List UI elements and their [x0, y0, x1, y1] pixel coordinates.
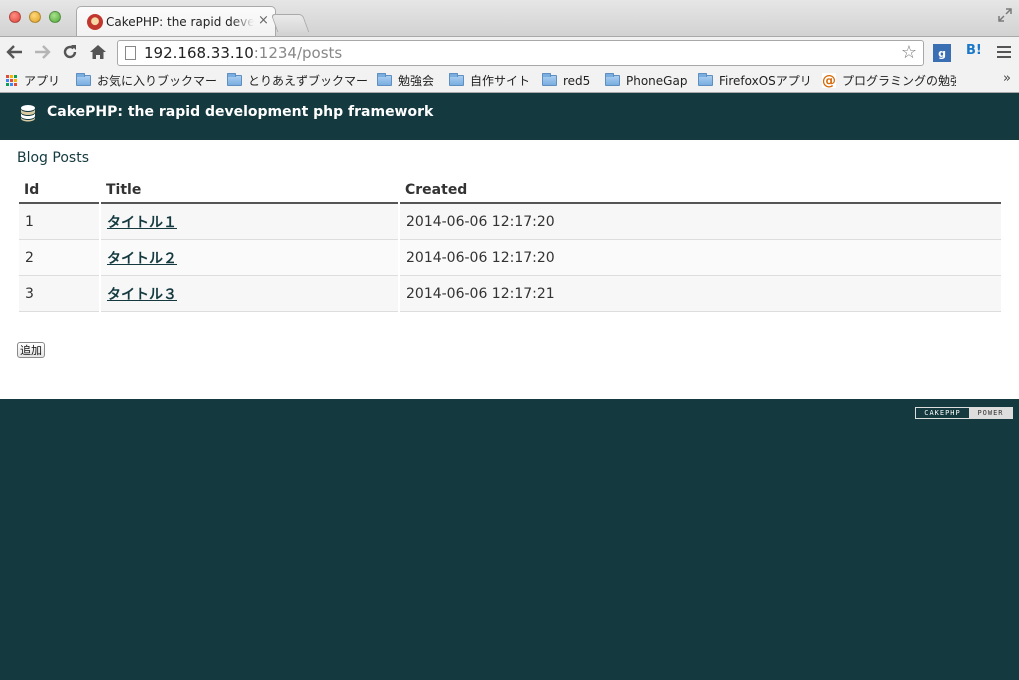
address-bar[interactable]: 192.168.33.10:1234/posts ☆: [117, 40, 924, 66]
post-id-cell: 2: [19, 240, 99, 276]
bookmark-programming-study[interactable]: @ プログラミングの勉強: [822, 72, 956, 89]
chrome-menu-icon[interactable]: [997, 46, 1011, 58]
new-tab-button[interactable]: [270, 14, 310, 32]
bookmark-folder-own-sites[interactable]: 自作サイト: [449, 72, 530, 89]
back-button[interactable]: [5, 42, 25, 62]
post-created-cell: 2014-06-06 12:17:21: [400, 276, 1001, 312]
table-header-row: Id Title Created: [19, 177, 1001, 204]
post-id-cell: 3: [19, 276, 99, 312]
post-title-cell: タイトル３: [101, 276, 398, 312]
forward-button[interactable]: [32, 42, 52, 62]
cakephp-power-badge[interactable]: CAKEPHP POWER: [915, 407, 1013, 419]
page-heading: Blog Posts: [17, 150, 89, 166]
bookmark-folder-phonegap[interactable]: PhoneGap: [605, 72, 687, 89]
bookmark-label: red5: [563, 73, 591, 88]
browser-toolbar: 192.168.33.10:1234/posts ☆ g B!: [0, 36, 1019, 68]
bookmark-apps[interactable]: アプリ: [6, 72, 60, 89]
bookmark-label: FirefoxOSアプリ: [719, 74, 812, 88]
fullscreen-icon[interactable]: [998, 8, 1012, 22]
bookmark-label: とりあえずブックマー: [248, 74, 369, 88]
bookmark-folder-favorites[interactable]: お気に入りブックマー: [76, 72, 217, 89]
bookmark-folder-temporary[interactable]: とりあえずブックマー: [227, 72, 368, 89]
folder-icon: [449, 73, 464, 86]
post-title-cell: タイトル２: [101, 240, 398, 276]
post-title-cell: タイトル１: [101, 204, 398, 240]
close-window-button[interactable]: [9, 11, 21, 23]
reload-button[interactable]: [60, 42, 80, 62]
at-icon: @: [822, 72, 836, 89]
url-text: 192.168.33.10:1234/posts: [144, 44, 343, 62]
folder-icon: [542, 73, 557, 86]
power-badge-left: CAKEPHP: [916, 408, 969, 418]
hatena-bookmark-icon[interactable]: B!: [966, 43, 982, 58]
folder-icon: [377, 73, 392, 86]
column-header-id: Id: [19, 177, 99, 204]
post-title-link[interactable]: タイトル３: [107, 287, 177, 303]
power-badge-right: POWER: [969, 408, 1012, 418]
google-extension-icon[interactable]: g: [933, 44, 951, 62]
bookmark-label: アプリ: [24, 74, 61, 88]
add-post-button[interactable]: 追加: [17, 342, 45, 358]
site-footer: CAKEPHP POWER: [0, 399, 1019, 680]
bookmark-label: 自作サイト: [470, 74, 531, 88]
zoom-window-button[interactable]: [49, 11, 61, 23]
bookmark-label: PhoneGap: [626, 73, 688, 88]
bookmark-star-icon[interactable]: ☆: [901, 43, 917, 63]
cakephp-favicon-icon: [87, 14, 103, 30]
bookmark-label: 勉強会: [398, 74, 435, 88]
post-created-cell: 2014-06-06 12:17:20: [400, 240, 1001, 276]
apps-icon: [6, 75, 17, 86]
bookmarks-bar: アプリ お気に入りブックマー とりあえずブックマー 勉強会 自作サイト red5…: [0, 68, 1019, 93]
folder-icon: [76, 73, 91, 86]
bookmarks-overflow-button[interactable]: »: [1003, 71, 1011, 86]
bookmark-folder-study-group[interactable]: 勉強会: [377, 72, 434, 89]
tab-cakephp[interactable]: CakePHP: the rapid development php frame…: [76, 6, 276, 36]
table-row: 3 タイトル３ 2014-06-06 12:17:21: [19, 276, 1001, 312]
table-row: 1 タイトル１ 2014-06-06 12:17:20: [19, 204, 1001, 240]
bookmark-label: お気に入りブックマー: [97, 74, 218, 88]
posts-table: Id Title Created 1 タイトル１ 2014-06-06 12:1…: [17, 177, 1003, 312]
post-created-cell: 2014-06-06 12:17:20: [400, 204, 1001, 240]
site-header: CakePHP: the rapid development php frame…: [0, 93, 1019, 140]
column-header-title: Title: [101, 177, 398, 204]
bookmark-folder-firefoxos[interactable]: FirefoxOSアプリ: [698, 72, 812, 89]
page-icon: [125, 46, 136, 60]
tab-title: CakePHP: the rapid development php frame…: [106, 15, 254, 29]
tab-close-icon[interactable]: ×: [258, 14, 269, 28]
site-title-link[interactable]: CakePHP: the rapid development php frame…: [47, 104, 433, 120]
folder-icon: [605, 73, 620, 86]
folder-icon: [698, 73, 713, 86]
post-title-link[interactable]: タイトル２: [107, 251, 177, 267]
post-id-cell: 1: [19, 204, 99, 240]
main-content: Blog Posts Id Title Created 1 タイトル１ 2014…: [0, 140, 1019, 399]
bookmark-label: プログラミングの勉強: [842, 74, 956, 88]
home-button[interactable]: [88, 42, 108, 62]
minimize-window-button[interactable]: [29, 11, 41, 23]
cake-logo-icon: [21, 105, 35, 122]
post-title-link[interactable]: タイトル１: [107, 215, 177, 231]
bookmark-folder-red5[interactable]: red5: [542, 72, 590, 89]
tab-strip: CakePHP: the rapid development php frame…: [0, 0, 1019, 36]
column-header-created: Created: [400, 177, 1001, 204]
table-row: 2 タイトル２ 2014-06-06 12:17:20: [19, 240, 1001, 276]
folder-icon: [227, 73, 242, 86]
